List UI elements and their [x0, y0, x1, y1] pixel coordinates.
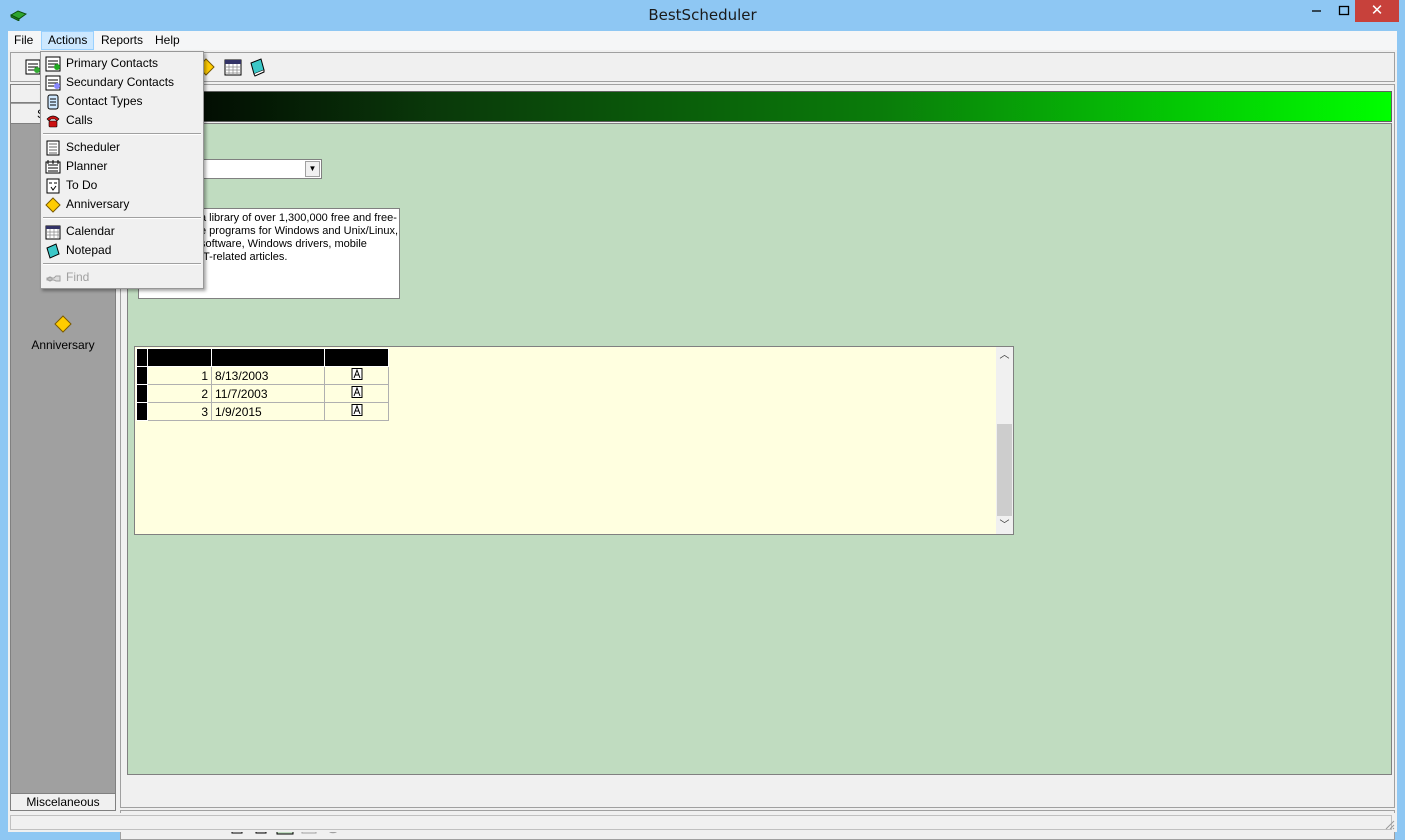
menu-item-label: Secundary Contacts — [66, 75, 175, 89]
main-pane: ▼ a library of over 1,300,000 free and f… — [120, 84, 1395, 808]
status-bar — [8, 813, 1397, 832]
menu-item-label: Scheduler — [66, 140, 121, 154]
menu-item-label: Primary Contacts — [66, 56, 159, 70]
primary-contacts-icon — [45, 56, 61, 72]
scroll-thumb[interactable] — [997, 424, 1012, 516]
menu-item-to-do[interactable]: To Do — [43, 176, 201, 195]
phone-icon — [46, 115, 60, 128]
menu-item-primary-contacts[interactable]: Primary Contacts — [43, 54, 201, 73]
row-date: 1/9/2015 — [211, 402, 325, 421]
title-bar[interactable]: BestScheduler ✕ — [0, 0, 1405, 31]
header-date[interactable] — [211, 348, 325, 367]
notepad-tool-icon[interactable] — [247, 57, 267, 77]
scheduler-icon — [46, 140, 60, 156]
row-number: 3 — [147, 402, 212, 421]
secundary-contacts-icon — [45, 75, 61, 91]
scroll-up-icon[interactable]: ︿ — [996, 347, 1013, 364]
menu-item-planner[interactable]: Planner — [43, 157, 201, 176]
row-indicator[interactable] — [136, 384, 148, 403]
table-row[interactable]: 2 11/7/2003 — [136, 384, 389, 403]
header-gradient-bar — [127, 91, 1392, 122]
detail-panel: ▼ a library of over 1,300,000 free and f… — [127, 123, 1392, 775]
scroll-down-icon[interactable]: ﹀ — [996, 517, 1013, 534]
menu-item-contact-types[interactable]: Contact Types — [43, 92, 201, 111]
document-icon[interactable] — [324, 366, 389, 385]
grid-scrollbar[interactable]: ︿ ﹀ — [996, 347, 1013, 534]
minimize-button[interactable] — [1302, 0, 1330, 22]
actions-dropdown-menu: Primary Contacts Secundary Contacts Cont… — [40, 51, 204, 289]
grid-header-row — [136, 348, 389, 367]
calendar-icon — [45, 225, 61, 240]
planner-icon — [45, 160, 61, 174]
menu-item-calendar[interactable]: Calendar — [43, 222, 201, 241]
notepad-icon — [46, 243, 60, 259]
anniversary-icon — [45, 197, 61, 213]
menu-reports[interactable]: Reports — [95, 31, 149, 50]
menu-item-label: Calls — [66, 113, 93, 127]
row-date: 8/13/2003 — [211, 366, 325, 385]
anniversary-icon — [54, 315, 72, 333]
find-icon — [46, 275, 61, 282]
document-icon[interactable] — [324, 384, 389, 403]
document-icon[interactable] — [324, 402, 389, 421]
maximize-icon — [1338, 5, 1350, 16]
menu-item-label: Planner — [66, 159, 108, 173]
minimize-icon — [1312, 10, 1321, 12]
resize-grip-icon[interactable] — [1383, 818, 1395, 830]
calendar-tool-icon[interactable] — [223, 57, 243, 77]
sidebar-group-miscelaneous[interactable]: Miscelaneous — [10, 793, 116, 811]
chevron-down-icon[interactable]: ▼ — [305, 161, 320, 177]
menu-item-calls[interactable]: Calls — [43, 111, 201, 130]
maximize-button[interactable] — [1330, 0, 1358, 22]
menu-item-label: Find — [66, 270, 90, 284]
menu-item-label: Contact Types — [66, 94, 143, 108]
contact-types-icon — [47, 94, 59, 110]
menu-item-label: Calendar — [66, 224, 115, 238]
records-grid[interactable]: 1 8/13/2003 2 11/7/2003 3 1/9/2015 ︿ ﹀ — [134, 346, 1014, 535]
header-indicator — [136, 348, 148, 367]
toolbar — [10, 52, 1395, 82]
close-button[interactable]: ✕ — [1355, 0, 1399, 22]
todo-icon — [46, 178, 60, 194]
row-number: 1 — [147, 366, 212, 385]
client-area: File Actions Reports Help S — [8, 31, 1397, 840]
row-indicator[interactable] — [136, 402, 148, 421]
close-icon: ✕ — [1370, 2, 1384, 19]
menu-item-find: Find — [43, 268, 201, 287]
menu-item-label: Notepad — [66, 243, 112, 257]
header-number[interactable] — [147, 348, 212, 367]
menu-actions[interactable]: Actions — [41, 31, 95, 50]
table-row[interactable]: 1 8/13/2003 — [136, 366, 389, 385]
row-date: 11/7/2003 — [211, 384, 325, 403]
row-number: 2 — [147, 384, 212, 403]
menu-separator — [43, 263, 201, 265]
header-document[interactable] — [324, 348, 389, 367]
grid-table: 1 8/13/2003 2 11/7/2003 3 1/9/2015 — [136, 348, 389, 421]
menu-help[interactable]: Help — [149, 31, 186, 50]
menu-item-secundary-contacts[interactable]: Secundary Contacts — [43, 73, 201, 92]
menu-separator — [43, 133, 201, 135]
menu-separator — [43, 217, 201, 219]
table-row[interactable]: 3 1/9/2015 — [136, 402, 389, 421]
menu-bar: File Actions Reports Help — [8, 31, 1397, 50]
menu-item-notepad[interactable]: Notepad — [43, 241, 201, 260]
sidebar-item-anniversary[interactable]: Anniversary — [23, 315, 103, 352]
sidebar-item-label: Anniversary — [31, 338, 95, 352]
menu-file[interactable]: File — [8, 31, 39, 50]
menu-item-label: Anniversary — [66, 197, 130, 211]
window-title: BestScheduler — [648, 6, 757, 24]
menu-item-scheduler[interactable]: Scheduler — [43, 138, 201, 157]
menu-item-label: To Do — [66, 178, 98, 192]
row-indicator[interactable] — [136, 366, 148, 385]
app-window: BestScheduler ✕ File Actions Reports Hel… — [0, 0, 1405, 840]
status-pane — [10, 815, 1392, 830]
menu-item-anniversary[interactable]: Anniversary — [43, 195, 201, 214]
